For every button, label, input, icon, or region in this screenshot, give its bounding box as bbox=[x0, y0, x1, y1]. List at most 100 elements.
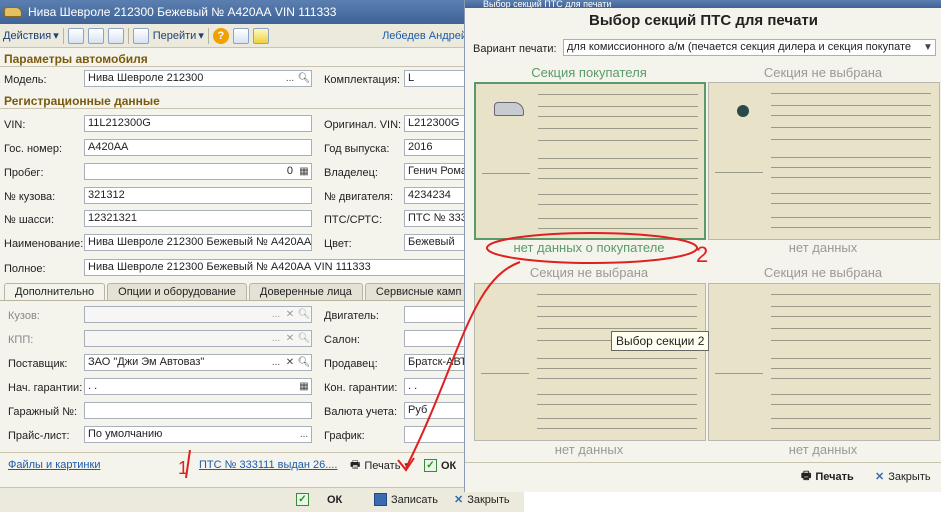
orig-vin-label: Оригинал. VIN: bbox=[324, 119, 402, 131]
calendar-icon[interactable]: ▦ bbox=[297, 379, 311, 394]
goto-menu[interactable]: Перейти ▾ bbox=[153, 29, 204, 43]
cell-title-4: Секция не выбрана bbox=[763, 265, 883, 280]
document-line bbox=[771, 93, 931, 94]
kit-label: Комплектация: bbox=[324, 74, 401, 86]
vin-field[interactable]: 11L212300G bbox=[84, 115, 312, 132]
supplier-field[interactable]: ЗАО "Джи Эм Автоваз" ... ✕ 🔍︎ bbox=[84, 354, 312, 371]
refresh-icon[interactable] bbox=[87, 27, 104, 44]
printer-icon: 🖶 bbox=[801, 470, 812, 482]
search-icon[interactable]: 🔍︎ bbox=[297, 331, 311, 346]
stamp-area bbox=[482, 124, 530, 174]
tab-options[interactable]: Опции и оборудование bbox=[107, 283, 247, 301]
document-line bbox=[771, 203, 931, 204]
save-icon bbox=[374, 493, 387, 506]
model-label: Модель: bbox=[4, 74, 47, 86]
kpp-field[interactable]: ... ✕ 🔍︎ bbox=[84, 330, 312, 347]
copy-icon[interactable] bbox=[67, 27, 84, 44]
salon-field[interactable] bbox=[404, 330, 470, 347]
current-user[interactable]: Лебедев Андрей bbox=[382, 30, 467, 42]
document-line bbox=[537, 428, 697, 429]
document-icon[interactable] bbox=[107, 27, 124, 44]
pts-link[interactable]: ПТС № 333111 выдан 26.... bbox=[199, 459, 338, 471]
chevron-down-icon[interactable]: ▼ bbox=[921, 40, 935, 55]
gos-field[interactable]: А420АА bbox=[84, 139, 312, 156]
close-button[interactable]: ✕ Закрыть bbox=[454, 489, 510, 510]
pts-label: ПТС/СРТС: bbox=[324, 214, 383, 226]
body-field[interactable]: ... ✕ 🔍︎ bbox=[84, 306, 312, 323]
checkmark-icon: ✓ bbox=[424, 459, 437, 472]
document-line bbox=[538, 106, 698, 107]
document-line bbox=[537, 378, 697, 379]
schedule-field[interactable] bbox=[404, 426, 470, 443]
toolbar: Действия ▾ Перейти ▾ ? Лебедев Андрей bbox=[0, 24, 470, 48]
pts-section-4[interactable] bbox=[708, 283, 940, 441]
variant-label: Вариант печати: bbox=[473, 43, 557, 55]
section-registration: Регистрационные данные bbox=[4, 94, 160, 108]
tab-trusted[interactable]: Доверенные лица bbox=[248, 283, 363, 301]
document-line bbox=[537, 294, 697, 295]
variant-select[interactable]: для комиссионного а/м (печается секция д… bbox=[563, 39, 936, 56]
document-line bbox=[771, 167, 931, 168]
owner-label: Владелец: bbox=[324, 167, 378, 179]
pts-field[interactable]: ПТС № 333 bbox=[404, 210, 470, 227]
calculator-icon[interactable]: ▦ bbox=[297, 164, 311, 179]
goto-icon[interactable] bbox=[132, 27, 149, 44]
document-line bbox=[537, 328, 697, 329]
help-icon[interactable]: ? bbox=[212, 27, 229, 44]
ok-button[interactable]: ✓ ОК bbox=[296, 489, 342, 510]
full-name-field[interactable]: Нива Шевроле 212300 Бежевый № А420АА VIN… bbox=[84, 259, 470, 276]
pts-print-dialog: Выбор секций ПТС для печати Выбор секций… bbox=[464, 0, 941, 492]
model-field[interactable]: Нива Шевроле 212300 ... 🔍︎ bbox=[84, 70, 312, 87]
warranty-end-field[interactable]: . . bbox=[404, 378, 470, 395]
owner-field[interactable]: Генич Рома bbox=[404, 163, 470, 180]
dialog-close-button[interactable]: ✕ Закрыть bbox=[875, 466, 931, 487]
clear-icon[interactable]: ✕ bbox=[283, 307, 297, 322]
actions-menu[interactable]: Действия ▾ bbox=[3, 29, 59, 43]
seller-field[interactable]: Братск-АВТ bbox=[404, 354, 470, 371]
currency-field[interactable]: Руб bbox=[404, 402, 470, 419]
document-line bbox=[771, 428, 931, 429]
clear-icon[interactable]: ✕ bbox=[283, 355, 297, 370]
bulb-icon[interactable] bbox=[252, 27, 269, 44]
tab-additional[interactable]: Дополнительно bbox=[4, 283, 106, 301]
save-button[interactable]: Записать bbox=[374, 489, 438, 510]
clear-icon[interactable]: ✕ bbox=[283, 331, 297, 346]
engine-no-field[interactable]: 4234234 bbox=[404, 187, 470, 204]
tab-strip: Дополнительно Опции и оборудование Довер… bbox=[4, 283, 473, 301]
document-line bbox=[538, 228, 698, 229]
pts-section-3[interactable] bbox=[474, 283, 706, 441]
select-button[interactable]: ... bbox=[283, 71, 297, 86]
name-field[interactable]: Нива Шевроле 212300 Бежевый № А420АА bbox=[84, 234, 312, 251]
tab-service[interactable]: Сервисные камп bbox=[364, 283, 473, 301]
garage-field[interactable] bbox=[84, 402, 312, 419]
year-field[interactable]: 2016 bbox=[404, 139, 470, 156]
list-icon[interactable] bbox=[232, 27, 249, 44]
engine-field[interactable] bbox=[404, 306, 470, 323]
document-line bbox=[538, 116, 698, 117]
search-icon[interactable]: 🔍︎ bbox=[297, 355, 311, 370]
document-line bbox=[537, 394, 697, 395]
search-icon[interactable]: 🔍︎ bbox=[297, 307, 311, 322]
ok-button-partial[interactable]: ✓ ОК bbox=[424, 455, 456, 476]
color-field[interactable]: Бежевый bbox=[404, 234, 470, 251]
files-link[interactable]: Файлы и картинки bbox=[8, 459, 100, 471]
document-line bbox=[771, 316, 931, 317]
print-menu-button[interactable]: 🖶 Печать ▾ bbox=[350, 455, 410, 476]
document-line bbox=[771, 227, 931, 228]
mileage-field[interactable]: 0 ▦ bbox=[84, 163, 312, 180]
document-line bbox=[771, 139, 931, 140]
chassis-field[interactable]: 12321321 bbox=[84, 210, 312, 227]
document-line bbox=[771, 418, 931, 419]
pricelist-field[interactable]: По умолчанию ... bbox=[84, 426, 312, 443]
orig-vin-field[interactable]: L212300G bbox=[404, 115, 470, 132]
dialog-print-button[interactable]: 🖶 Печать bbox=[801, 466, 854, 487]
search-icon[interactable]: 🔍︎ bbox=[297, 71, 311, 86]
body-no-field[interactable]: 321312 bbox=[84, 187, 312, 204]
warranty-start-field[interactable]: . . ▦ bbox=[84, 378, 312, 395]
pts-section-2[interactable] bbox=[708, 82, 940, 240]
document-line bbox=[771, 177, 931, 178]
document-line bbox=[771, 394, 931, 395]
pts-section-1[interactable] bbox=[474, 82, 706, 240]
body-no-label: № кузова: bbox=[4, 191, 56, 203]
kit-field[interactable]: L bbox=[404, 70, 470, 87]
